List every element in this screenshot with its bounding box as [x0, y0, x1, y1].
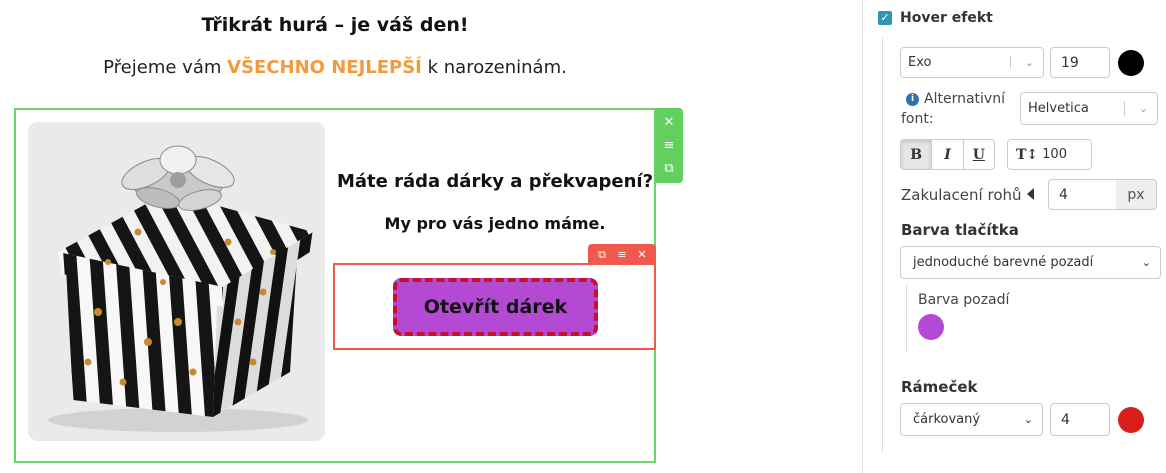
background-type-select[interactable]: jednoduché barevné pozadí ⌄ — [900, 246, 1161, 279]
chevron-down-icon: ⌄ — [1141, 255, 1151, 269]
font-family-select[interactable]: Exo ⌄ — [900, 47, 1044, 78]
page-subline: Přejeme vám VŠECHNO NEJLEPŠÍ k narozenin… — [0, 57, 670, 78]
subline-text-start: Přejeme vám — [103, 57, 228, 78]
button-close-icon[interactable]: ✕ — [634, 248, 650, 261]
chevron-down-icon: ⌄ — [1138, 101, 1148, 115]
background-color-swatch[interactable] — [918, 314, 944, 340]
frame-heading: Rámeček — [901, 378, 978, 396]
font-family-value: Exo — [908, 55, 932, 70]
hover-effect-checkbox[interactable]: ✓ — [878, 11, 892, 25]
font-size-input[interactable]: 19 — [1050, 47, 1110, 78]
page-headline: Třikrát hurá – je váš den! — [201, 14, 469, 36]
line-height-value: 100 — [1042, 147, 1067, 162]
open-gift-button[interactable]: Otevřít dárek — [393, 278, 598, 336]
chevron-down-icon: ⌄ — [1024, 55, 1034, 69]
select-separator — [1010, 56, 1011, 69]
corner-radius-label: Zakulacení rohů — [901, 186, 1022, 204]
background-color-label: Barva pozadí — [918, 292, 1010, 308]
line-height-icon: T↕ — [1016, 146, 1039, 163]
gift-image[interactable] — [28, 122, 325, 441]
italic-button[interactable]: I — [932, 140, 964, 169]
alt-font-select[interactable]: Helvetica ⌄ — [1020, 92, 1158, 125]
hover-effect-label: Hover efekt — [900, 10, 993, 26]
line-height-input[interactable]: T↕ 100 — [1007, 139, 1092, 170]
offer-subheading: My pro vás jedno máme. — [384, 214, 606, 233]
unit-addon: px — [1116, 179, 1157, 210]
sub-guide-line — [906, 285, 907, 353]
bold-button[interactable]: B — [901, 140, 933, 169]
frame-color-swatch[interactable] — [1118, 407, 1144, 433]
button-copy-icon[interactable]: ⧉ — [594, 248, 610, 261]
underline-button[interactable]: U — [964, 140, 994, 169]
button-toolbar: ⧉ ≡ ✕ — [588, 244, 656, 264]
block-menu-icon[interactable]: ≡ — [661, 139, 677, 152]
background-type-value: jednoduché barevné pozadí — [913, 255, 1094, 270]
block-close-icon[interactable]: ✕ — [661, 116, 677, 129]
corner-radius-input[interactable]: 4 — [1048, 179, 1117, 210]
block-toolbar: ✕ ≡ ⧉ — [655, 108, 683, 183]
subline-highlight: VŠECHNO NEJLEPŠÍ — [227, 57, 422, 78]
offer-heading: Máte ráda dárky a překvapení? — [336, 171, 654, 192]
frame-style-value: čárkovaný — [913, 412, 981, 427]
button-menu-icon[interactable]: ≡ — [614, 248, 630, 261]
font-color-swatch[interactable] — [1118, 50, 1144, 76]
frame-style-select[interactable]: čárkovaný ⌄ — [900, 403, 1043, 436]
gift-box-illustration — [28, 122, 325, 441]
subline-text-end: k narozeninám. — [421, 57, 567, 78]
select-separator — [1124, 101, 1125, 116]
alt-font-value: Helvetica — [1028, 101, 1089, 116]
decrease-arrow-icon[interactable] — [1027, 188, 1034, 200]
info-icon[interactable]: i — [906, 93, 919, 106]
alt-font-label-line1: Alternativní — [924, 91, 1005, 107]
block-copy-icon[interactable]: ⧉ — [661, 162, 677, 175]
chevron-down-icon: ⌄ — [1023, 412, 1033, 426]
frame-width-input[interactable]: 4 — [1050, 403, 1110, 436]
panel-guide-line — [882, 38, 883, 453]
alt-font-label-line2: font: — [901, 111, 934, 127]
button-color-heading: Barva tlačítka — [901, 221, 1019, 239]
text-format-group: B I U — [900, 139, 995, 170]
